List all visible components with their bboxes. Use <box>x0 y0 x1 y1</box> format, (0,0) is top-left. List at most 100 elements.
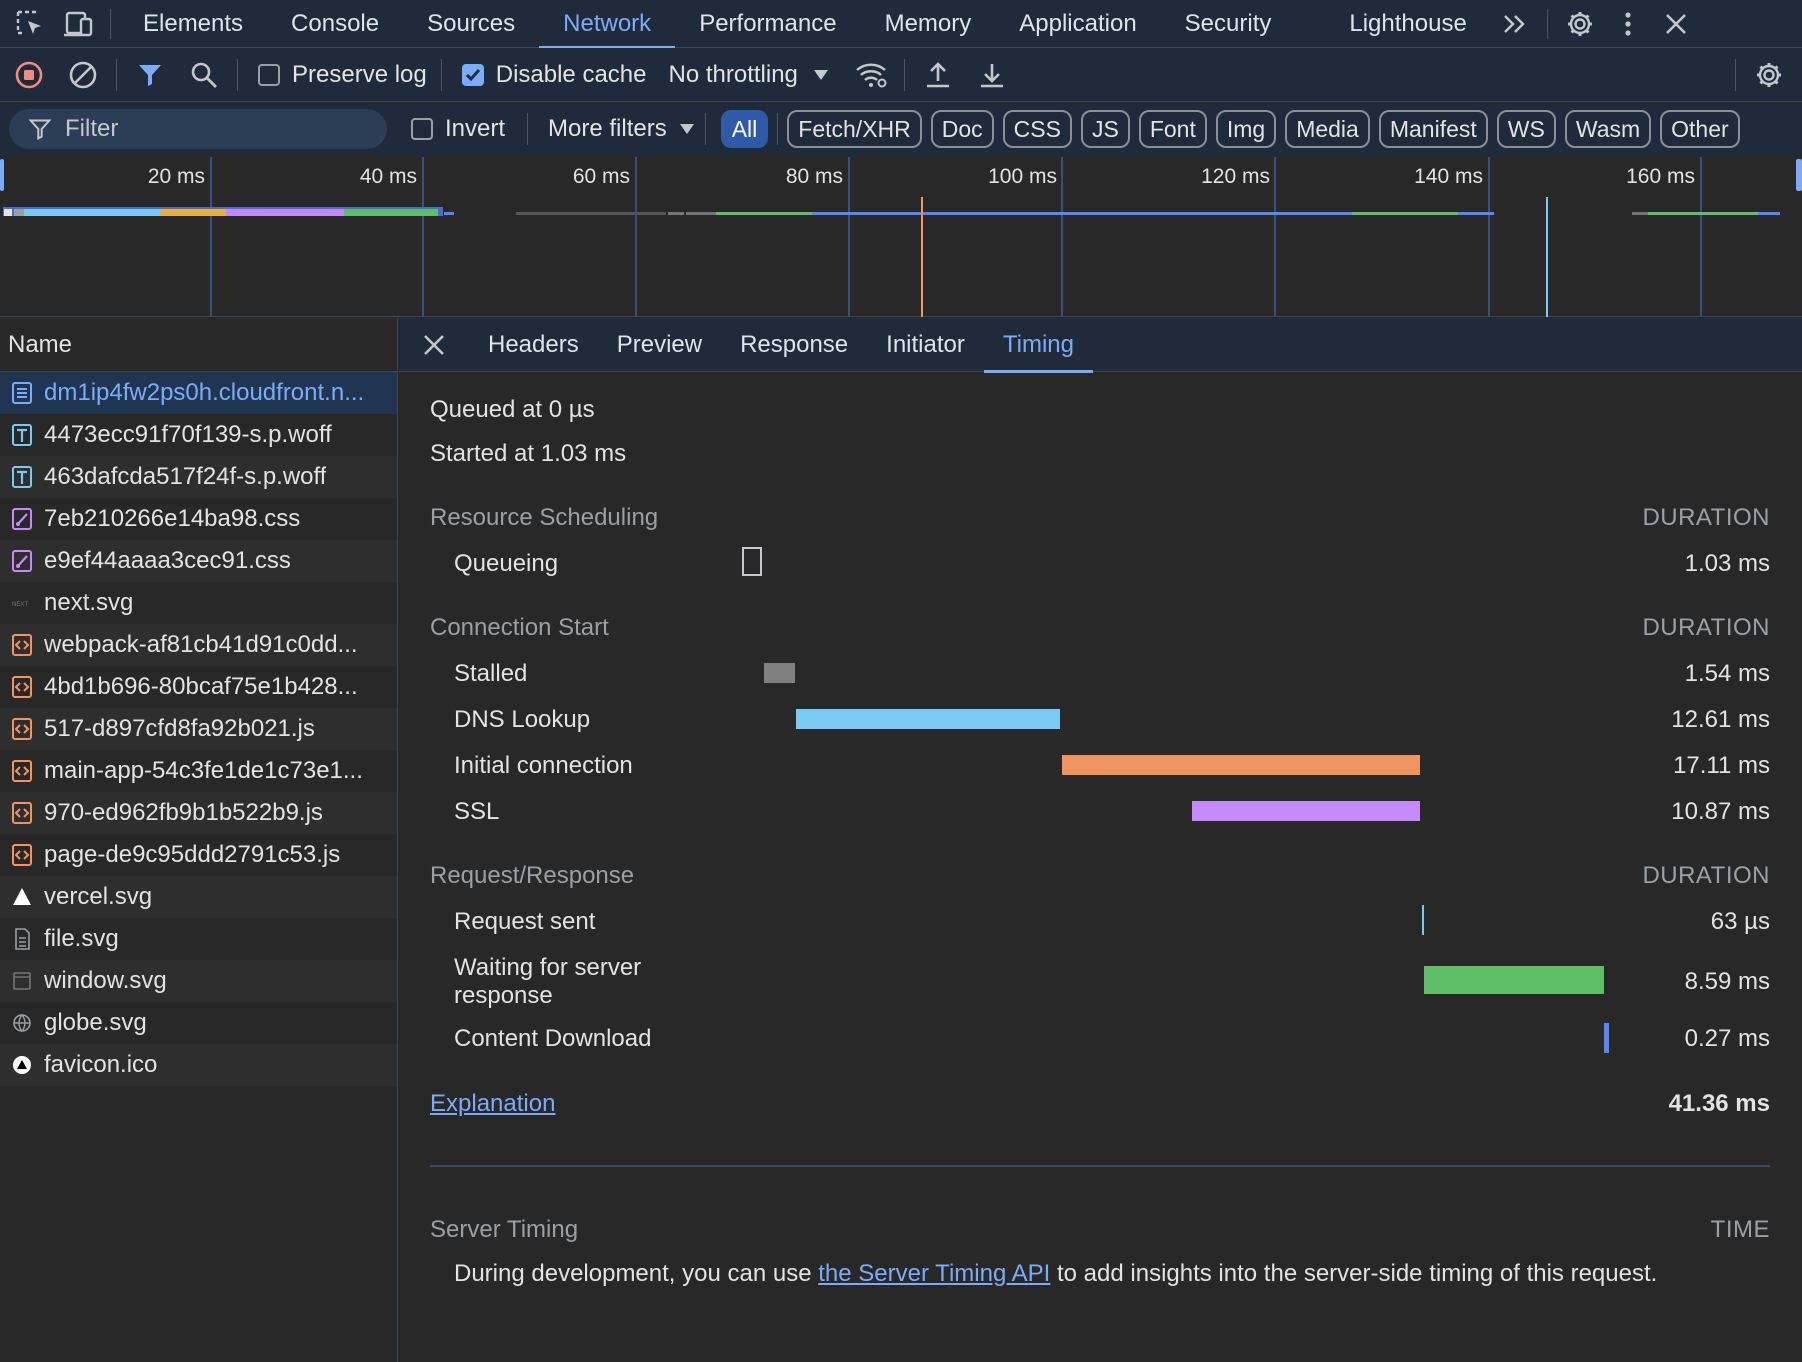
separator <box>527 113 529 145</box>
timing-label-content-download: Content Download <box>454 1025 652 1052</box>
filter-chip-manifest[interactable]: Manifest <box>1378 110 1488 148</box>
overview-tick-label: 60 ms <box>573 165 630 188</box>
overview-tick-label: 80 ms <box>786 165 843 188</box>
filter-chip-css[interactable]: CSS <box>1002 110 1072 148</box>
request-row[interactable]: dm1ip4fw2ps0h.cloudfront.n... <box>0 372 397 414</box>
overview-tick-label: 40 ms <box>360 165 417 188</box>
export-har-download-icon[interactable] <box>965 48 1019 102</box>
request-row[interactable]: NEXT next.svg <box>0 582 397 624</box>
filter-chip-other[interactable]: Other <box>1660 110 1740 148</box>
tab-response[interactable]: Response <box>721 318 867 372</box>
tab-timing[interactable]: Timing <box>983 318 1094 373</box>
next-logo-icon: NEXT <box>10 591 34 615</box>
tab-lighthouse[interactable]: Lighthouse <box>1325 0 1490 48</box>
close-devtools-icon[interactable] <box>1652 0 1700 48</box>
request-row[interactable]: 4bd1b696-80bcaf75e1b428... <box>0 666 397 708</box>
device-toolbar-icon[interactable] <box>54 0 102 48</box>
network-conditions-wifi-icon[interactable] <box>844 48 898 102</box>
request-row[interactable]: 463dafcda517f24f-s.p.woff <box>0 456 397 498</box>
filter-chip-media[interactable]: Media <box>1285 110 1370 148</box>
more-tabs-icon[interactable] <box>1491 0 1539 48</box>
filter-funnel-icon[interactable] <box>123 48 177 102</box>
explanation-link[interactable]: Explanation <box>430 1090 555 1118</box>
name-column-header[interactable]: Name <box>0 318 397 372</box>
tab-sources[interactable]: Sources <box>403 0 539 48</box>
tab-elements[interactable]: Elements <box>119 0 267 48</box>
close-detail-icon[interactable] <box>399 318 469 372</box>
server-timing-api-link[interactable]: the Server Timing API <box>818 1260 1050 1287</box>
request-row[interactable]: favicon.ico <box>0 1044 397 1086</box>
request-row[interactable]: 4473ecc91f70f139-s.p.woff <box>0 414 397 456</box>
request-name: next.svg <box>44 589 134 616</box>
kebab-menu-icon[interactable] <box>1604 0 1652 48</box>
tab-headers[interactable]: Headers <box>469 318 598 372</box>
request-name: 4473ecc91f70f139-s.p.woff <box>44 421 332 448</box>
more-filters-button[interactable]: More filters <box>548 115 667 143</box>
stylesheet-icon <box>10 507 34 531</box>
inspect-element-icon[interactable] <box>6 0 54 48</box>
filter-chip-wasm[interactable]: Wasm <box>1564 110 1652 148</box>
separator <box>440 58 442 91</box>
request-row[interactable]: e9ef44aaaa3cec91.css <box>0 540 397 582</box>
network-overview-timeline[interactable]: 20 ms 40 ms 60 ms 80 ms 100 ms 120 ms 14… <box>0 155 1802 317</box>
dropdown-triangle-icon[interactable] <box>679 123 695 135</box>
import-har-upload-icon[interactable] <box>911 48 965 102</box>
network-settings-gear-icon[interactable] <box>1742 48 1796 102</box>
timing-bar-initial-connection <box>1062 755 1420 775</box>
tab-console[interactable]: Console <box>267 0 403 48</box>
request-row[interactable]: 517-d897cfd8fa92b021.js <box>0 708 397 750</box>
preserve-log-checkbox[interactable] <box>258 63 280 86</box>
filter-chip-fetch-xhr[interactable]: Fetch/XHR <box>787 110 922 148</box>
stop-recording-icon[interactable] <box>2 48 56 102</box>
request-row[interactable]: page-de9c95ddd2791c53.js <box>0 834 397 876</box>
tab-security[interactable]: Security <box>1161 0 1296 48</box>
svg-text:NEXT: NEXT <box>12 602 28 608</box>
clear-icon[interactable] <box>56 48 110 102</box>
filter-input[interactable]: Filter <box>9 109 387 149</box>
overview-right-handle[interactable] <box>1796 159 1802 191</box>
request-row[interactable]: window.svg <box>0 960 397 1002</box>
stylesheet-icon <box>10 549 34 573</box>
request-row[interactable]: 7eb210266e14ba98.css <box>0 498 397 540</box>
request-detail-panel: Headers Preview Response Initiator Timin… <box>399 318 1802 1362</box>
search-icon[interactable] <box>177 48 231 102</box>
dropdown-triangle-icon[interactable] <box>798 48 844 102</box>
request-row[interactable]: main-app-54c3fe1de1c73e1... <box>0 750 397 792</box>
overview-tick-label: 20 ms <box>148 165 205 188</box>
throttling-select[interactable]: No throttling <box>668 61 797 89</box>
request-name: dm1ip4fw2ps0h.cloudfront.n... <box>44 379 365 406</box>
filter-chip-font[interactable]: Font <box>1138 110 1207 148</box>
filter-chip-img[interactable]: Img <box>1215 110 1277 148</box>
request-row[interactable]: vercel.svg <box>0 876 397 918</box>
request-row[interactable]: webpack-af81cb41d91c0dd... <box>0 624 397 666</box>
tab-application[interactable]: Application <box>995 0 1160 48</box>
section-divider <box>430 1165 1770 1167</box>
tab-preview[interactable]: Preview <box>598 318 721 372</box>
tab-memory[interactable]: Memory <box>861 0 996 48</box>
request-row[interactable]: file.svg <box>0 918 397 960</box>
overview-tick-label: 100 ms <box>988 165 1057 188</box>
request-row[interactable]: 970-ed962fb9b1b522b9.js <box>0 792 397 834</box>
server-timing-description: During development, you can use the Serv… <box>454 1260 1657 1288</box>
request-name: main-app-54c3fe1de1c73e1... <box>44 757 363 784</box>
tab-performance[interactable]: Performance <box>675 0 860 48</box>
filter-chip-doc[interactable]: Doc <box>930 110 994 148</box>
overview-waterfall <box>3 207 1780 216</box>
font-file-icon <box>10 423 34 447</box>
filter-chip-all[interactable]: All <box>720 110 769 148</box>
invert-checkbox[interactable] <box>411 118 433 140</box>
settings-gear-icon[interactable] <box>1556 0 1604 48</box>
overview-left-handle[interactable] <box>0 159 4 191</box>
timing-value-ssl: 10.87 ms <box>1671 798 1770 825</box>
disable-cache-checkbox[interactable] <box>461 63 484 86</box>
tab-network[interactable]: Network <box>539 0 676 49</box>
request-name: 970-ed962fb9b1b522b9.js <box>44 799 323 826</box>
filter-chip-js[interactable]: JS <box>1080 110 1130 148</box>
request-row[interactable]: globe.svg <box>0 1002 397 1044</box>
section-server-timing: Server Timing <box>430 1216 579 1243</box>
tab-initiator[interactable]: Initiator <box>867 318 984 372</box>
duration-header: DURATION <box>1642 862 1770 889</box>
request-name: 517-d897cfd8fa92b021.js <box>44 715 315 742</box>
filter-chip-ws[interactable]: WS <box>1496 110 1556 148</box>
separator <box>116 58 117 91</box>
